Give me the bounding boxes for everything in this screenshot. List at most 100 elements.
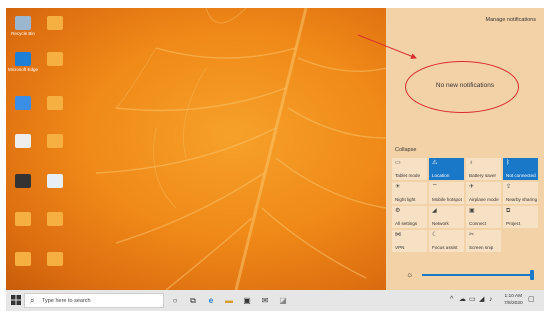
desktop-icon[interactable]	[8, 134, 38, 149]
moon-icon: ☾	[432, 232, 438, 238]
location-icon: ⚠	[432, 160, 438, 166]
desktop-icon-image	[47, 174, 63, 188]
quick-action-tile[interactable]: ᛒ Not connected	[503, 158, 538, 180]
quick-action-label: Focus assist	[432, 245, 458, 250]
quick-action-tile[interactable]: ☀ Night light	[392, 182, 427, 204]
taskbar-clock[interactable]: 1:10 AM 7/8/2020	[504, 293, 523, 307]
app-icon[interactable]: ◪	[278, 296, 288, 306]
vpn-icon: ⋈	[395, 232, 401, 238]
desktop-icon-image	[15, 96, 31, 110]
quick-action-label: Screen snip	[469, 245, 494, 250]
task-view-icon[interactable]: ⧉	[188, 296, 198, 306]
quick-action-label: Tablet mode	[395, 173, 421, 178]
desktop-icon[interactable]	[40, 174, 70, 189]
edge-icon[interactable]: e	[206, 296, 216, 306]
battery-icon: ♁	[469, 160, 474, 166]
desktop-icon[interactable]	[40, 252, 70, 267]
desktop-icon-image	[15, 16, 31, 30]
airplane-icon: ✈	[469, 184, 475, 190]
quick-action-tile[interactable]: ⋈ VPN	[392, 230, 427, 252]
desktop-icon-image	[15, 134, 31, 148]
store-icon[interactable]: ▣	[242, 296, 252, 306]
file-explorer-icon[interactable]: ▬	[224, 296, 234, 306]
screen: Recycle Bin Microsoft Edge Manage notific…	[6, 8, 544, 311]
network-icon: ◢	[432, 208, 437, 214]
desktop-icon-image	[15, 174, 31, 188]
manage-notifications-link[interactable]: Manage notifications	[486, 17, 536, 23]
brightness-icon: ☼	[406, 270, 414, 279]
taskbar-search-box[interactable]: ⌕ Type here to search	[24, 293, 164, 308]
desktop-icon-label: Microsoft Edge	[8, 67, 38, 72]
desktop-icon-image	[47, 252, 63, 266]
collapse-link[interactable]: Collapse	[395, 147, 416, 153]
brightness-slider[interactable]: ☼	[406, 270, 536, 280]
mail-icon[interactable]: ✉	[260, 296, 270, 306]
nearby-sharing-icon: ⇪	[506, 184, 512, 190]
snip-icon: ✂	[469, 232, 475, 238]
brightness-thumb[interactable]	[530, 270, 534, 280]
clock-time: 1:10 AM	[504, 294, 523, 299]
quick-action-tile[interactable]: ◢ Network	[429, 206, 464, 228]
quick-action-tile[interactable]: ⚙ All settings	[392, 206, 427, 228]
show-hidden-icons-icon[interactable]: ^	[450, 295, 453, 305]
quick-action-tile[interactable]: ⇪ Nearby sharing	[503, 182, 538, 204]
quick-action-label: Network	[432, 221, 449, 226]
desktop-icon[interactable]	[8, 96, 38, 111]
quick-action-label: Location	[432, 173, 450, 178]
quick-action-tile[interactable]: ▣ Connect	[466, 206, 501, 228]
project-icon: ⧉	[506, 208, 511, 214]
quick-action-tile[interactable]: ⚠ Location	[429, 158, 464, 180]
desktop-icon[interactable]	[8, 252, 38, 267]
desktop-icon-image	[15, 52, 31, 66]
hotspot-icon: ⌔	[432, 184, 438, 190]
desktop-icon-image	[47, 16, 63, 30]
desktop-icon-label: Recycle Bin	[11, 31, 35, 36]
network-tray-icon[interactable]: ◢	[479, 295, 484, 305]
quick-actions-grid: ▭ Tablet mode ⚠ Location ♁ Battery saver ᛒ Not …	[392, 158, 541, 252]
volume-icon[interactable]: ♪	[489, 295, 493, 305]
quick-action-label: Mobile hotspot	[432, 197, 462, 202]
desktop-icon[interactable]	[40, 16, 70, 31]
onedrive-icon[interactable]: ☁	[459, 295, 466, 305]
quick-action-label: All settings	[395, 221, 418, 226]
search-placeholder: Type here to search	[42, 298, 91, 304]
notifications-icon[interactable]: ▢	[528, 295, 535, 305]
battery-tray-icon[interactable]: ▭	[469, 295, 476, 305]
desktop-icon[interactable]	[40, 212, 70, 227]
action-center: Manage notifications No new notification…	[386, 8, 544, 290]
desktop-icon-image	[47, 96, 63, 110]
desktop-icon[interactable]: Recycle Bin	[8, 16, 38, 36]
quick-action-tile[interactable]: ⌔ Mobile hotspot	[429, 182, 464, 204]
quick-action-tile[interactable]: ☾ Focus assist	[429, 230, 464, 252]
desktop-icon[interactable]	[40, 96, 70, 111]
desktop-icon[interactable]	[40, 134, 70, 149]
quick-action-label: Airplane mode	[469, 197, 499, 202]
quick-action-tile[interactable]: ▭ Tablet mode	[392, 158, 427, 180]
quick-action-tile[interactable]: ♁ Battery saver	[466, 158, 501, 180]
desktop-icon[interactable]	[8, 174, 38, 189]
desktop-icon-image	[47, 212, 63, 226]
desktop-icon[interactable]: Microsoft Edge	[8, 52, 38, 72]
quick-action-label: VPN	[395, 245, 405, 250]
quick-action-tile[interactable]: ✂ Screen snip	[466, 230, 501, 252]
desktop-icon[interactable]	[8, 212, 38, 227]
bluetooth-icon: ᛒ	[506, 160, 510, 166]
taskbar: ⌕ Type here to search ○ ⧉ e ▬ ▣ ✉ ◪ ^ ☁ …	[6, 290, 544, 311]
quick-action-tile[interactable]: ⧉ Project	[503, 206, 538, 228]
desktop-icon-image	[15, 212, 31, 226]
quick-action-label: Not connected	[506, 173, 536, 178]
clock-date: 7/8/2020	[504, 301, 523, 306]
desktop-icon[interactable]	[40, 52, 70, 67]
brightness-track[interactable]	[422, 274, 532, 276]
quick-action-label: Project	[506, 221, 521, 226]
cortana-icon[interactable]: ○	[170, 296, 180, 306]
windows-start-icon[interactable]	[11, 295, 21, 305]
gear-icon: ⚙	[395, 208, 401, 214]
quick-action-label: Nearby sharing	[506, 197, 538, 202]
no-notifications-text: No new notifications	[435, 82, 495, 89]
quick-action-tile[interactable]: ✈ Airplane mode	[466, 182, 501, 204]
desktop-icon-image	[47, 134, 63, 148]
desktop-icon-image	[47, 52, 63, 66]
quick-action-label: Battery saver	[469, 173, 497, 178]
night-light-icon: ☀	[395, 184, 401, 190]
